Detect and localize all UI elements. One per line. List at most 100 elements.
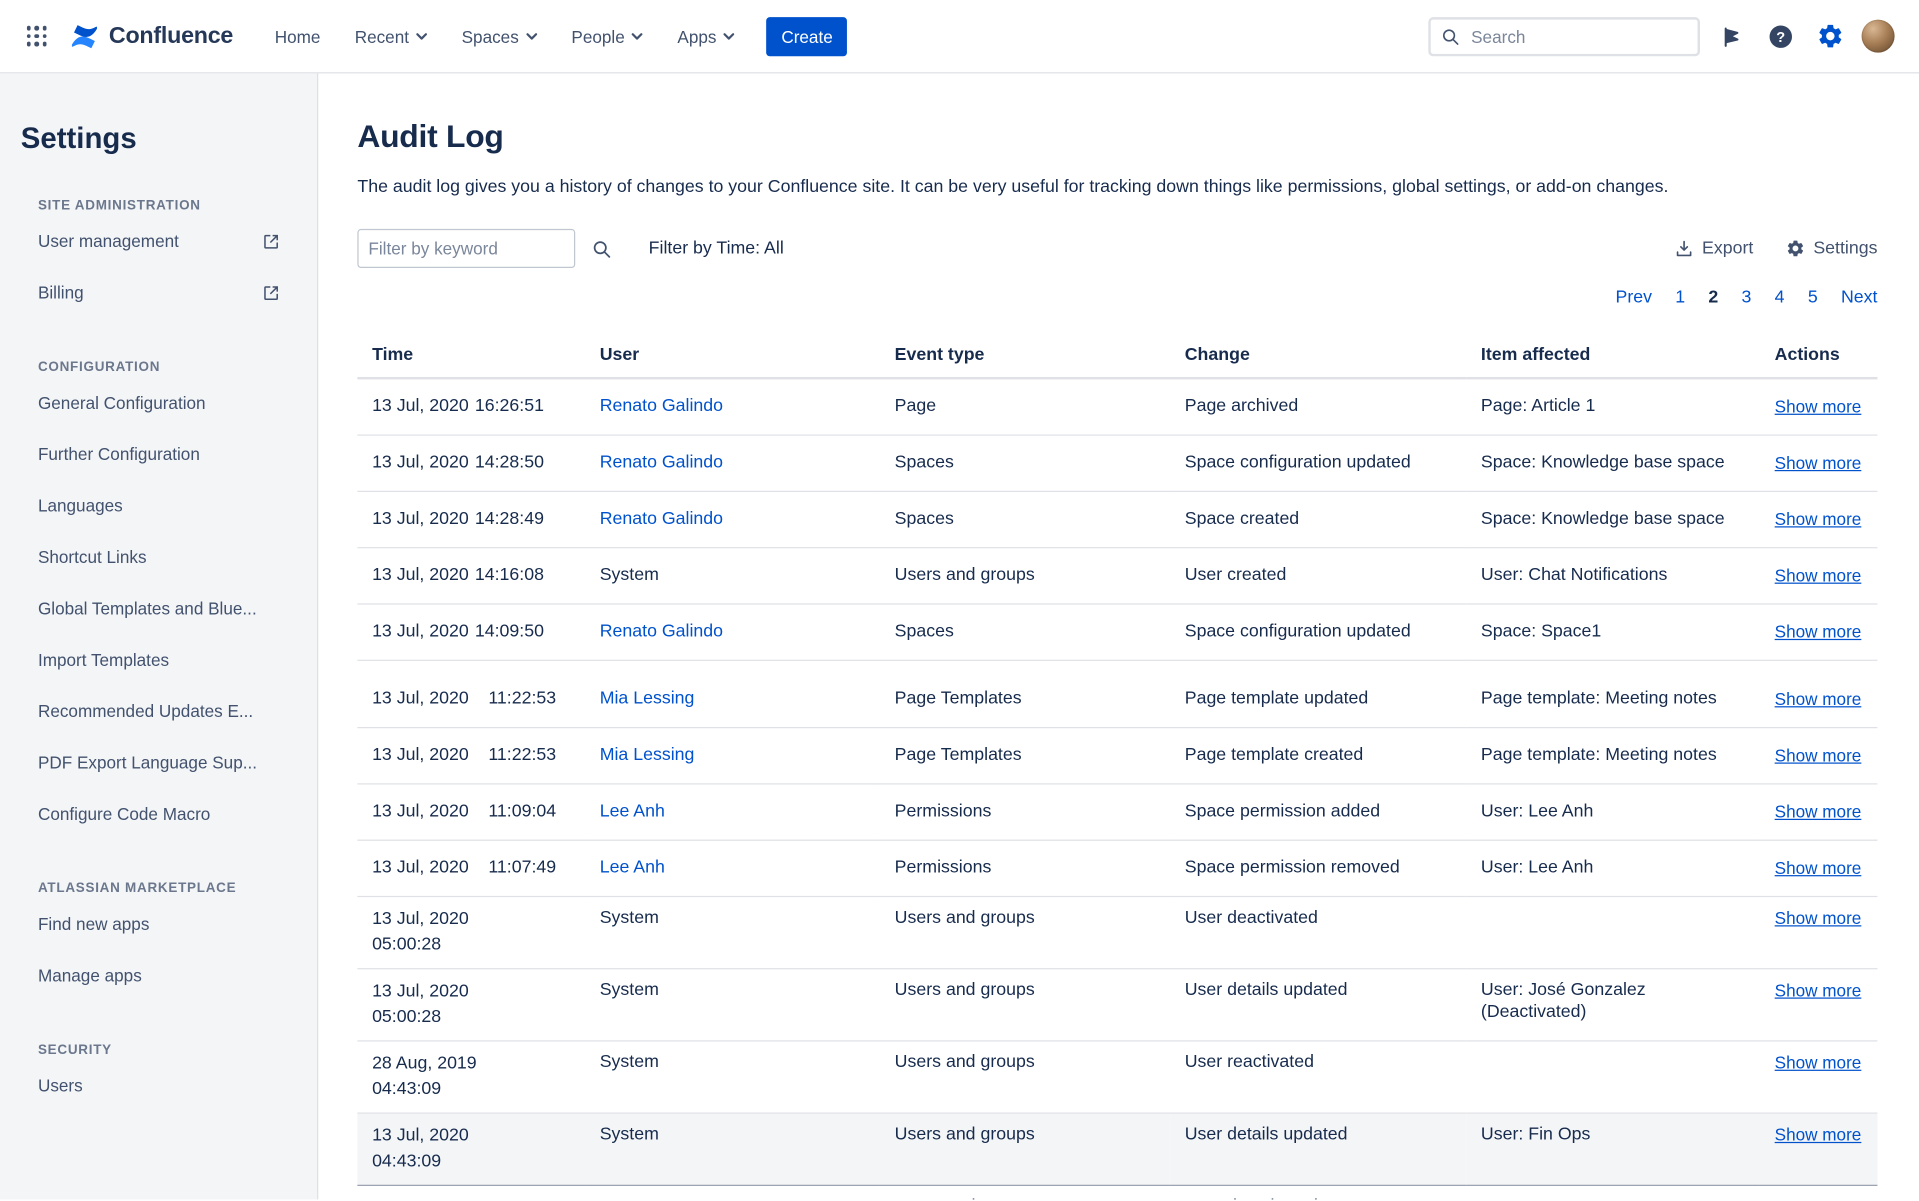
cell-event-type: Users and groups — [880, 969, 1170, 1041]
cell-change: Space permission added — [1170, 784, 1466, 840]
sidebar-item-billing[interactable]: Billing — [38, 267, 280, 318]
nav-item-home[interactable]: Home — [258, 0, 338, 72]
table-row: 13 Jul, 202014:28:49Renato GalindoSpaces… — [357, 491, 1877, 547]
sidebar-item-configure-code-macro[interactable]: Configure Code Macro — [38, 788, 280, 839]
sidebar-item-users[interactable]: Users — [38, 1060, 280, 1111]
pagination-page[interactable]: 4 — [1775, 288, 1785, 308]
user-profile-link[interactable]: Renato Galindo — [600, 453, 723, 473]
cell-time: 13 Jul, 202014:28:50 — [357, 435, 585, 491]
nav-item-apps[interactable]: Apps — [660, 0, 752, 72]
pagination-page[interactable]: 3 — [1742, 288, 1752, 308]
download-icon — [1674, 239, 1694, 259]
sidebar-item-import-templates[interactable]: Import Templates — [38, 634, 280, 685]
cell-user: Renato Galindo — [585, 378, 880, 435]
cell-time: 13 Jul, 202014:16:08 — [357, 548, 585, 604]
show-more-link[interactable]: Show more — [1775, 1053, 1862, 1073]
cell-user: Mia Lessing — [585, 728, 880, 784]
nav-item-label: Apps — [677, 26, 716, 46]
sidebar-item-languages[interactable]: Languages — [38, 480, 280, 531]
show-more-link[interactable]: Show more — [1775, 802, 1862, 822]
show-more-link[interactable]: Show more — [1775, 453, 1862, 473]
user-profile-link[interactable]: Lee Anh — [600, 802, 665, 822]
show-more-link[interactable]: Show more — [1775, 397, 1862, 417]
audit-settings-button[interactable]: Settings — [1785, 239, 1877, 259]
cell-event-type: Users and groups — [880, 1113, 1170, 1185]
show-more-link[interactable]: Show more — [1775, 622, 1862, 642]
show-more-link[interactable]: Show more — [1775, 745, 1862, 765]
search-input[interactable] — [1469, 25, 1688, 47]
sidebar-item-pdf-export-language-sup[interactable]: PDF Export Language Sup... — [38, 737, 280, 788]
nav-item-recent[interactable]: Recent — [338, 0, 445, 72]
show-more-link[interactable]: Show more — [1775, 980, 1862, 1000]
brand-name: Confluence — [109, 23, 233, 50]
create-button[interactable]: Create — [767, 17, 848, 56]
chevron-down-icon — [416, 32, 427, 39]
toolbar-actions: Export Settings — [1674, 239, 1878, 259]
user-profile-link[interactable]: Renato Galindo — [600, 509, 723, 529]
cell-user: Lee Anh — [585, 840, 880, 896]
global-search[interactable] — [1428, 17, 1700, 56]
pagination-page[interactable]: 5 — [1808, 288, 1818, 308]
show-more-link[interactable]: Show more — [1775, 858, 1862, 878]
pagination-prev[interactable]: Prev — [1615, 288, 1652, 308]
user-profile-link[interactable]: Renato Galindo — [600, 397, 723, 417]
sidebar-item-shortcut-links[interactable]: Shortcut Links — [38, 531, 280, 582]
sidebar-item-label: PDF Export Language Sup... — [38, 753, 257, 773]
filter-keyword-input[interactable] — [357, 229, 575, 268]
show-more-link[interactable]: Show more — [1775, 689, 1862, 709]
profile-avatar[interactable] — [1862, 20, 1895, 53]
cell-user: System — [585, 1041, 880, 1113]
cell-actions: Show more — [1760, 491, 1877, 547]
announcements-button[interactable] — [1715, 19, 1749, 53]
column-header: Actions — [1760, 334, 1877, 378]
user-name: System — [600, 908, 659, 928]
user-profile-link[interactable]: Renato Galindo — [600, 622, 723, 642]
sidebar-item-manage-apps[interactable]: Manage apps — [38, 950, 280, 1001]
cell-change: User details updated — [1170, 1113, 1466, 1185]
help-button[interactable]: ? — [1764, 19, 1798, 53]
app-switcher-button[interactable] — [17, 17, 56, 56]
show-more-link[interactable]: Show more — [1775, 908, 1862, 928]
external-link-icon — [262, 283, 280, 301]
export-button[interactable]: Export — [1674, 239, 1753, 259]
cell-user: Renato Galindo — [585, 435, 880, 491]
sidebar-item-further-configuration[interactable]: Further Configuration — [38, 428, 280, 479]
timestamp-time: 14:28:50 — [475, 453, 544, 473]
cell-actions: Show more — [1760, 672, 1877, 728]
show-more-link[interactable]: Show more — [1775, 565, 1862, 585]
cell-user: Renato Galindo — [585, 491, 880, 547]
group-spacer — [357, 660, 1877, 672]
cell-item-affected: Page template: Meeting notes — [1466, 672, 1760, 728]
timestamp-date: 28 Aug, 2019 — [372, 1051, 573, 1077]
nav-item-spaces[interactable]: Spaces — [444, 0, 554, 72]
group-spacer-cell — [357, 660, 1877, 672]
cell-time: 13 Jul, 202011:22:53 — [357, 672, 585, 728]
show-more-link[interactable]: Show more — [1775, 1197, 1862, 1199]
cell-actions: Show more — [1760, 1041, 1877, 1113]
sidebar-item-general-configuration[interactable]: General Configuration — [38, 377, 280, 428]
timestamp-date: 13 Jul, 2020 — [372, 509, 469, 529]
pagination-next[interactable]: Next — [1841, 288, 1878, 308]
cell-user: System — [585, 548, 880, 604]
sidebar-item-user-management[interactable]: User management — [38, 215, 280, 266]
sidebar-item-find-new-apps[interactable]: Find new apps — [38, 898, 280, 949]
confluence-logo[interactable]: Confluence — [69, 20, 234, 52]
pagination-page[interactable]: 1 — [1675, 288, 1685, 308]
cell-change: Page template created — [1170, 728, 1466, 784]
search-icon[interactable] — [591, 238, 612, 259]
cell-change: Space permission removed — [1170, 840, 1466, 896]
show-more-link[interactable]: Show more — [1775, 1125, 1862, 1145]
cell-actions: Show more — [1760, 378, 1877, 435]
sidebar-item-recommended-updates-e[interactable]: Recommended Updates E... — [38, 685, 280, 736]
sidebar-item-global-templates-and-blue[interactable]: Global Templates and Blue... — [38, 583, 280, 634]
user-profile-link[interactable]: Mia Lessing — [600, 689, 695, 709]
user-profile-link[interactable]: Mia Lessing — [600, 745, 695, 765]
cell-time: 13 Jul, 202011:09:04 — [357, 784, 585, 840]
admin-settings-button[interactable] — [1813, 19, 1847, 53]
nav-item-people[interactable]: People — [554, 0, 660, 72]
cell-actions: Show more — [1760, 784, 1877, 840]
time-filter-dropdown[interactable]: Filter by Time: All — [649, 239, 784, 259]
user-profile-link[interactable]: Lee Anh — [600, 858, 665, 878]
show-more-link[interactable]: Show more — [1775, 509, 1862, 529]
sidebar-section-header: ATLASSIAN MARKETPLACE — [38, 881, 302, 896]
